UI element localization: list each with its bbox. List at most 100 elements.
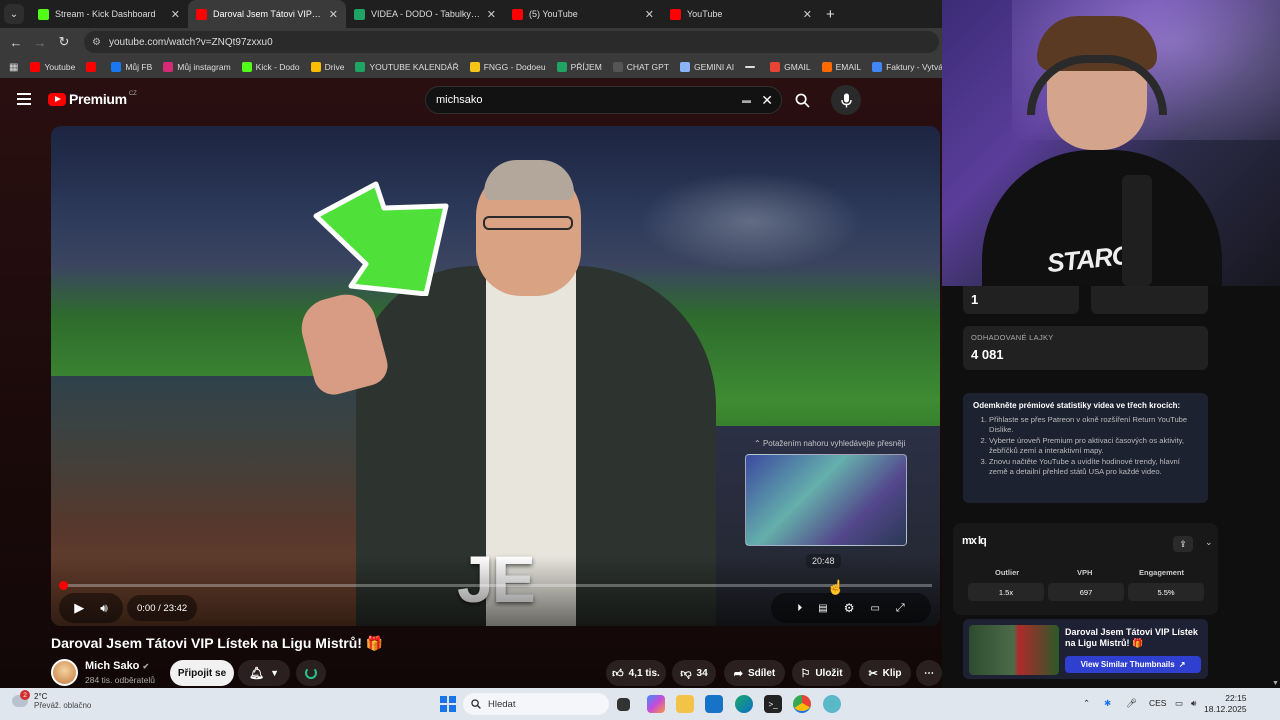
url-text: youtube.com/watch?v=ZNQt97zxxu0 [108,36,273,48]
dash-icon [745,66,756,68]
stat-card-right [1091,286,1208,314]
wifi-icon[interactable]: ▭ [1175,698,1183,709]
keyboard-icon[interactable]: ▬ [742,95,751,105]
outlook-icon[interactable] [705,695,723,713]
app-icon[interactable] [823,695,841,713]
youtube-premium-logo[interactable]: Premium CZ [48,91,137,107]
bookmark-kick[interactable]: Kick - Dodo [241,62,300,72]
collapse-chevron-icon[interactable]: ⌄ [1205,537,1213,548]
play-icon[interactable]: ▶ [74,600,84,616]
tab-kick-dashboard[interactable]: Stream - Kick Dashboard ✕ [30,0,188,28]
voice-search-button[interactable] [831,85,861,115]
cloud-icon: 2 [12,690,30,707]
bookmark-blank[interactable] [745,66,759,68]
bookmark-facebook[interactable]: Můj FB [111,62,152,72]
clock-time: 22:15 [1225,693,1247,703]
forward-arrow-icon[interactable]: → [28,35,52,50]
settings-gear-icon[interactable]: ⚙ [844,601,855,615]
bookmark-youtube[interactable]: Youtube [30,62,75,72]
search-value: michsako [436,94,483,106]
progress-bar[interactable] [59,581,932,590]
keyboard-language[interactable]: CES [1149,698,1166,708]
tab-youtube-video[interactable]: Daroval Jsem Tátovi VIP Lístek na ✕ [188,0,346,28]
theater-mode-icon[interactable]: ▭ [870,603,879,614]
new-tab-icon[interactable]: + [826,6,835,23]
tab-search-chevron-icon[interactable]: ⌄ [4,4,24,24]
bookmark-gemini[interactable]: GEMINI AI [679,62,734,72]
close-tab-icon[interactable]: ✕ [171,8,180,21]
taskbar-clock[interactable]: 22:15 18.12.2025 [1204,693,1247,715]
back-arrow-icon[interactable]: ← [4,35,28,50]
export-button[interactable]: ⇪ [1173,536,1193,552]
close-tab-icon[interactable]: ✕ [803,8,812,21]
fullscreen-icon[interactable]: ⤢ [896,602,905,615]
weather-temperature: 2°C [34,692,48,701]
video-scene-hair [484,160,574,200]
tab-youtube-notifications[interactable]: (5) YouTube ✕ [504,0,662,28]
task-view-icon[interactable] [617,698,630,711]
save-button[interactable]: ⚐ Uložit [792,660,851,686]
bookmark-drive[interactable]: Drive [310,62,344,72]
file-explorer-icon[interactable] [676,695,694,713]
weather-widget[interactable]: 2 2°C Převáž. oblačno [12,690,92,710]
terminal-icon[interactable]: >_ [764,695,782,713]
stat-card-left: 1 [963,286,1079,314]
tray-chevron-up-icon[interactable]: ⌃ [1083,698,1090,709]
menu-icon[interactable] [17,93,31,105]
join-button[interactable]: Připojit se [170,660,234,686]
bookmark-income[interactable]: PŘÍJEM [556,62,602,72]
tab-google-sheets[interactable]: VIDEA - DODO - Tabulky Google ✕ [346,0,504,28]
bookmark-instagram[interactable]: Můj instagram [163,62,231,72]
bookmark-fngg[interactable]: FNGG - Dodoeu [469,62,546,72]
address-input[interactable]: ⚙ youtube.com/watch?v=ZNQt97zxxu0 [84,31,939,53]
tray-network-app-icon[interactable]: ✱ [1104,698,1111,709]
estimated-likes-card: ODHADOVANÉ LAJKY 4 081 [963,326,1208,370]
reload-icon[interactable]: ↻ [52,34,76,50]
bookmark-gmail[interactable]: GMAIL [770,62,811,72]
windows-start-icon[interactable] [440,696,456,712]
bookmark-label: Faktury - Vytváření [886,62,942,72]
bookmark-calendar[interactable]: YOUTUBE KALENDÁŘ [355,62,459,72]
share-button[interactable]: ➦ Sdílet [724,660,785,686]
player-right-controls: ⏵ ▤ ⚙ ▭ ⤢ [771,593,931,623]
more-actions-button[interactable]: ⋯ [916,660,942,686]
sheets-icon [355,62,366,72]
volume-icon[interactable]: 🔊︎ [100,601,108,616]
weather-condition: Převáž. oblačno [34,701,92,710]
dislike-button[interactable]: 👎︎ 34 [672,660,716,686]
video-player[interactable]: JE ⌃ Potažením nahoru vyhledávejte přesn… [51,126,940,626]
close-tab-icon[interactable]: ✕ [645,8,654,21]
close-tab-icon[interactable]: ✕ [329,8,338,21]
chrome-icon[interactable] [793,695,811,713]
view-similar-thumbnails-button[interactable]: View Similar Thumbnails ↗ [1065,656,1201,673]
clip-button[interactable]: ✂ Klip [859,660,911,686]
bookmark-chatgpt[interactable]: CHAT GPT [612,62,669,72]
tray-microphone-icon[interactable]: 🎤︎ [1126,698,1137,709]
progress-scrubber[interactable] [59,581,68,590]
apps-grid-icon[interactable]: ▦ [9,62,18,73]
copilot-icon[interactable] [647,695,665,713]
scroll-down-icon[interactable]: ▼ [1272,680,1279,687]
bookmark-email[interactable]: EMAIL [821,62,861,72]
search-button[interactable] [783,86,821,114]
clear-search-icon[interactable]: ✕ [761,92,773,109]
notification-bell-button[interactable]: 🔔︎ ▼ [238,660,290,686]
tab-youtube[interactable]: YouTube ✕ [662,0,820,28]
instagram-icon [163,62,174,72]
bookmark-youtube-2[interactable] [86,62,100,72]
channel-name[interactable]: Mich Sako ✔ [85,660,149,672]
speaker-icon[interactable]: 🔊︎ [1191,698,1196,709]
channel-avatar[interactable] [51,659,78,686]
bookmark-label: PŘÍJEM [570,62,602,72]
site-settings-icon[interactable]: ⚙ [92,37,101,48]
video-thumbnail[interactable] [969,625,1059,675]
edge-icon[interactable] [735,695,753,713]
like-button[interactable]: 👍︎ 4,1 tis. [606,660,666,686]
promo-step: Přihlaste se přes Patreon v okně rozšíře… [989,415,1200,434]
bookmark-invoices[interactable]: Faktury - Vytváření [872,62,942,72]
close-tab-icon[interactable]: ✕ [487,8,496,21]
search-input[interactable]: michsako ▬ ✕ [425,86,782,114]
subtitles-icon[interactable]: ▤ [818,603,827,614]
autoplay-toggle-icon[interactable]: ⏵ [797,603,802,614]
taskbar-search-input[interactable]: Hledat [463,693,609,715]
